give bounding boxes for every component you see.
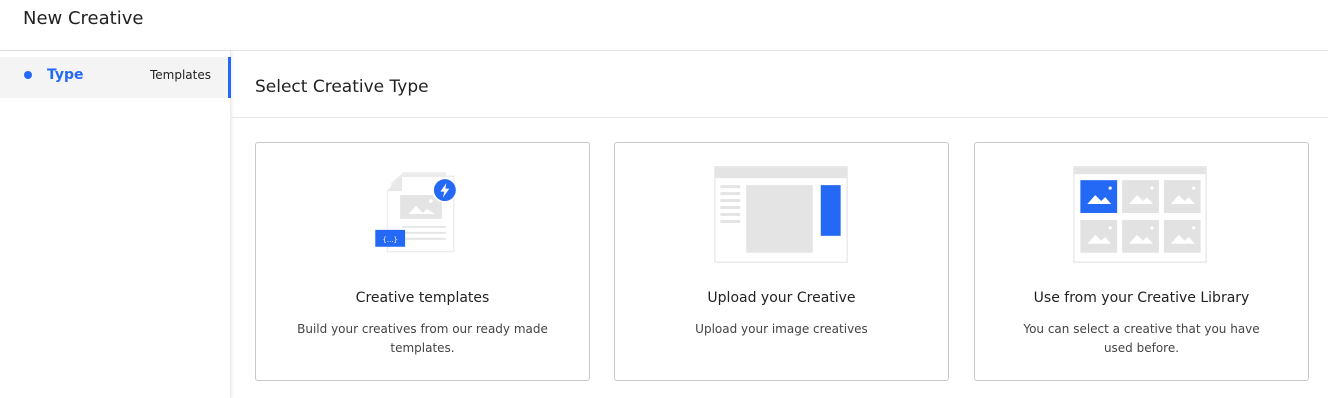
active-step-dot-icon [24, 71, 32, 79]
page-title: New Creative [23, 8, 144, 29]
sidebar-step-label: Type [47, 67, 84, 83]
page-header: New Creative [0, 0, 1328, 51]
section-divider [231, 117, 1328, 118]
upload-creative-card[interactable]: Upload your Creative Upload your image c… [614, 142, 949, 381]
image-library-icon [1073, 166, 1207, 263]
sidebar-step-sublabel: Templates [149, 68, 211, 82]
template-doc-icon: {...} [375, 172, 458, 253]
sidebar-step-type[interactable]: Type Templates [0, 57, 231, 98]
sidebar: Type Templates [0, 51, 231, 398]
upload-layout-icon [714, 166, 848, 263]
card-title: Creative templates [355, 290, 490, 306]
card-title: Upload your Creative [707, 290, 856, 306]
creative-templates-card[interactable]: {...} Creative templates Build your crea… [255, 142, 590, 381]
main-content: Select Creative Type {...} Creative temp… [231, 51, 1328, 398]
creative-library-card[interactable]: Use from your Creative Library You can s… [974, 142, 1309, 381]
section-title: Select Creative Type [255, 77, 429, 97]
svg-text:{...}: {...} [382, 236, 397, 244]
card-description: You can select a creative that you have … [1023, 322, 1260, 355]
card-description: Upload your image creatives [695, 322, 868, 336]
card-title: Use from your Creative Library [1033, 290, 1250, 306]
card-description: Build your creatives from our ready made… [297, 322, 548, 355]
